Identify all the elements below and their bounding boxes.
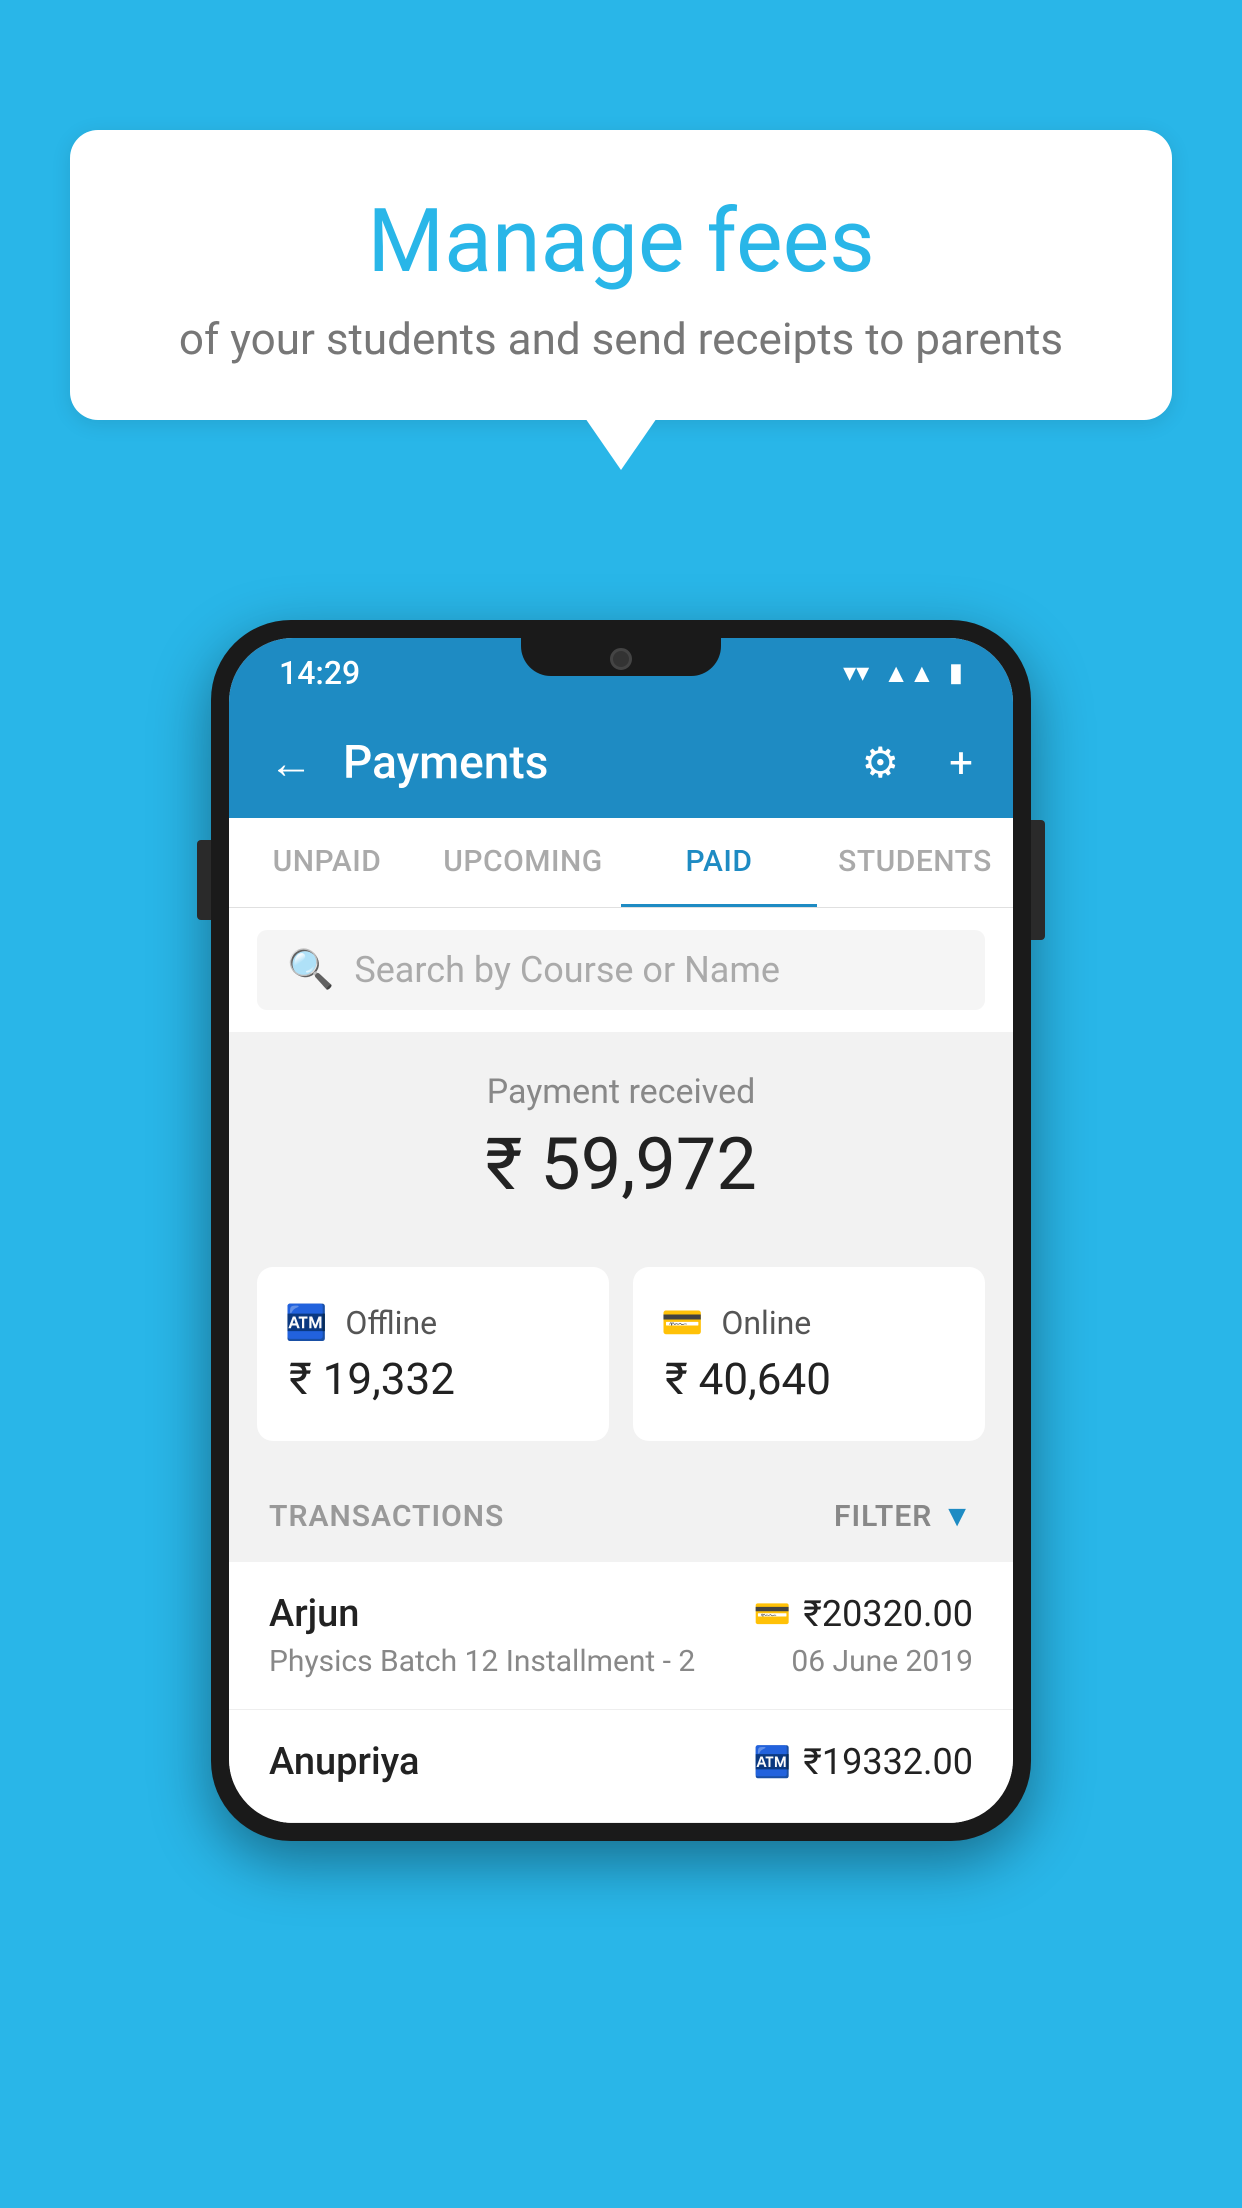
offline-label: Offline [345, 1304, 437, 1342]
transaction-row-top: Arjun 💳 ₹20320.00 [269, 1592, 973, 1636]
transaction-row-arjun[interactable]: Arjun 💳 ₹20320.00 Physics Batch 12 Insta… [229, 1562, 1013, 1710]
payment-summary: Payment received ₹ 59,972 [229, 1032, 1013, 1267]
online-label: Online [721, 1304, 811, 1342]
tab-paid[interactable]: PAID [621, 818, 817, 907]
payment-received-label: Payment received [269, 1072, 973, 1112]
online-card-top: 💳 Online [661, 1303, 811, 1343]
phone-notch [521, 638, 721, 676]
tabs-bar: UNPAID UPCOMING PAID STUDENTS [229, 818, 1013, 908]
search-icon: 🔍 [287, 948, 334, 992]
transaction-row-bottom: Physics Batch 12 Installment - 2 06 June… [269, 1644, 973, 1679]
signal-icon: ▲▲ [883, 658, 934, 689]
payment-total-amount: ₹ 59,972 [269, 1122, 973, 1207]
student-name: Arjun [269, 1592, 359, 1636]
app-bar: ← Payments ⚙ + [229, 708, 1013, 818]
speech-bubble-subtext: of your students and send receipts to pa… [150, 313, 1092, 365]
online-icon: 💳 [661, 1303, 703, 1343]
add-button[interactable]: + [949, 739, 973, 788]
gear-button[interactable]: ⚙ [862, 738, 900, 788]
speech-bubble-heading: Manage fees [150, 190, 1092, 293]
offline-amount: ₹ 19,332 [285, 1353, 455, 1405]
card-pay-icon: 💳 [754, 1597, 791, 1632]
phone-wrapper: 14:29 ▾▾ ▲▲ ▮ ← Payments ⚙ + UNPAID [211, 620, 1031, 1841]
transactions-header: TRANSACTIONS FILTER ▼ [229, 1471, 1013, 1562]
amount-row-2: 🏧 ₹19332.00 [754, 1741, 973, 1783]
phone-screen: 14:29 ▾▾ ▲▲ ▮ ← Payments ⚙ + UNPAID [229, 638, 1013, 1823]
battery-icon: ▮ [949, 658, 963, 688]
phone-outer: 14:29 ▾▾ ▲▲ ▮ ← Payments ⚙ + UNPAID [211, 620, 1031, 1841]
filter-label: FILTER [834, 1499, 932, 1534]
search-bar[interactable]: 🔍 Search by Course or Name [257, 930, 985, 1010]
page-title: Payments [343, 736, 832, 790]
transaction-row-top-2: Anupriya 🏧 ₹19332.00 [269, 1740, 973, 1784]
student-name-2: Anupriya [269, 1740, 419, 1784]
amount-row: 💳 ₹20320.00 [754, 1593, 973, 1635]
speech-bubble-wrapper: Manage fees of your students and send re… [70, 130, 1172, 420]
search-input[interactable]: Search by Course or Name [354, 949, 780, 991]
front-camera [610, 648, 632, 670]
offline-card: 🏧 Offline ₹ 19,332 [257, 1267, 609, 1441]
offline-card-top: 🏧 Offline [285, 1303, 437, 1343]
tab-upcoming[interactable]: UPCOMING [425, 818, 621, 907]
filter-button[interactable]: FILTER ▼ [834, 1499, 973, 1534]
offline-icon: 🏧 [285, 1303, 327, 1343]
search-container: 🔍 Search by Course or Name [229, 908, 1013, 1032]
course-info: Physics Batch 12 Installment - 2 [269, 1644, 695, 1679]
wifi-icon: ▾▾ [843, 658, 869, 688]
tab-students[interactable]: STUDENTS [817, 818, 1013, 907]
cash-pay-icon: 🏧 [754, 1745, 791, 1780]
status-time: 14:29 [279, 654, 360, 692]
payment-cards: 🏧 Offline ₹ 19,332 💳 Online ₹ 40,640 [229, 1267, 1013, 1471]
transaction-amount: ₹20320.00 [803, 1593, 973, 1635]
transactions-label: TRANSACTIONS [269, 1499, 504, 1534]
speech-bubble: Manage fees of your students and send re… [70, 130, 1172, 420]
status-icons: ▾▾ ▲▲ ▮ [843, 658, 963, 689]
date-info: 06 June 2019 [791, 1644, 973, 1679]
online-amount: ₹ 40,640 [661, 1353, 831, 1405]
transaction-row-anupriya[interactable]: Anupriya 🏧 ₹19332.00 [229, 1710, 1013, 1823]
transaction-amount-2: ₹19332.00 [803, 1741, 973, 1783]
tab-unpaid[interactable]: UNPAID [229, 818, 425, 907]
filter-icon: ▼ [942, 1499, 973, 1534]
back-button[interactable]: ← [269, 737, 313, 789]
online-card: 💳 Online ₹ 40,640 [633, 1267, 985, 1441]
